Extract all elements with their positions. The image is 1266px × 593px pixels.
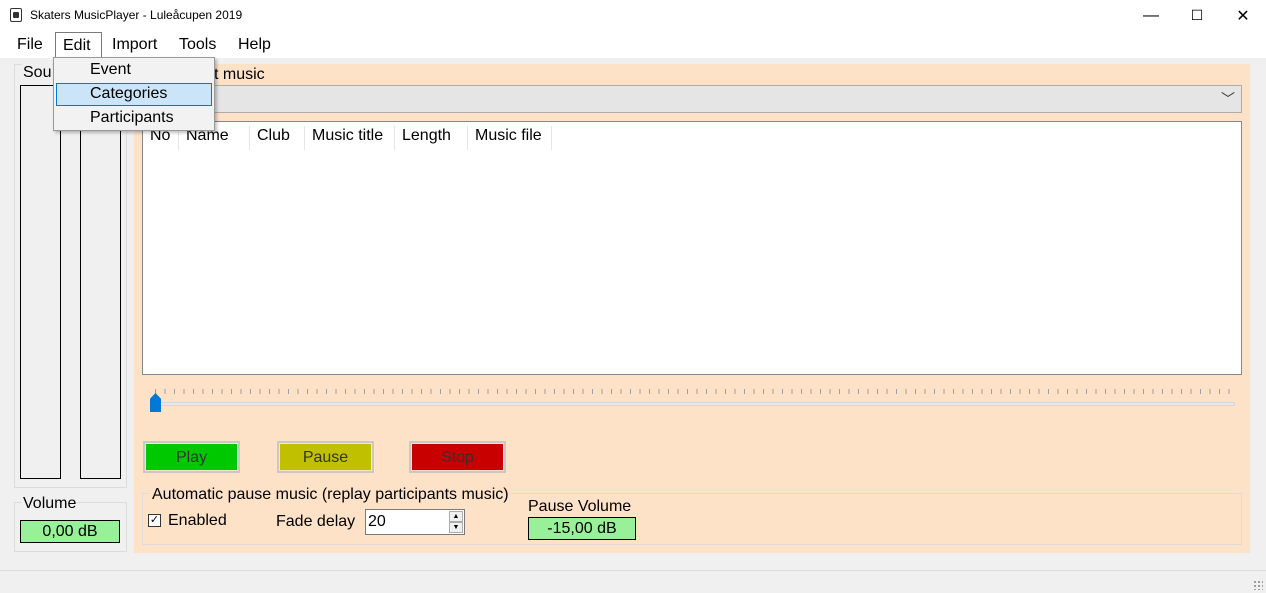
close-button[interactable]: ✕ bbox=[1220, 0, 1266, 31]
category-dropdown[interactable]: ﹀ bbox=[143, 85, 1242, 113]
pause-button-label: Pause bbox=[280, 444, 371, 470]
fade-delay-value[interactable]: 20 bbox=[368, 513, 386, 531]
menu-file[interactable]: File bbox=[17, 36, 43, 54]
volume-label: Volume bbox=[22, 495, 78, 513]
edit-menu-dropdown: Event Categories Participants bbox=[53, 57, 215, 131]
menu-item-participants[interactable]: Participants bbox=[56, 107, 212, 130]
pause-volume-value: -15,00 dB bbox=[528, 517, 636, 540]
sound-group-label: Sou bbox=[22, 64, 53, 82]
slider-ticks bbox=[155, 389, 1235, 394]
left-level-meter bbox=[20, 85, 61, 479]
maximize-button[interactable]: ☐ bbox=[1174, 0, 1220, 31]
pause-button[interactable]: Pause bbox=[277, 441, 374, 473]
window-title: Skaters MusicPlayer - Luleåcupen 2019 bbox=[30, 8, 243, 22]
menu-item-categories[interactable]: Categories bbox=[56, 83, 212, 106]
enabled-checkbox[interactable]: ✓ bbox=[148, 514, 161, 527]
app-icon bbox=[10, 8, 22, 22]
menu-item-event[interactable]: Event bbox=[56, 59, 212, 82]
menu-edit[interactable]: Edit bbox=[55, 32, 102, 58]
volume-value: 0,00 dB bbox=[20, 520, 120, 543]
column-header-music-title[interactable]: Music title bbox=[305, 126, 395, 150]
right-level-meter bbox=[80, 85, 121, 479]
enabled-label[interactable]: Enabled bbox=[168, 512, 227, 530]
menu-edit-label: Edit bbox=[63, 37, 91, 54]
menu-help[interactable]: Help bbox=[238, 36, 271, 54]
title-bar: Skaters MusicPlayer - Luleåcupen 2019 — … bbox=[0, 0, 1266, 31]
stop-button[interactable]: Stop bbox=[409, 441, 506, 473]
fade-delay-stepper[interactable]: 20 ▲ ▼ bbox=[365, 509, 465, 535]
spin-down-icon[interactable]: ▼ bbox=[449, 522, 463, 533]
column-header-length[interactable]: Length bbox=[395, 126, 468, 150]
participants-list[interactable]: No Name Club Music title Length Music fi… bbox=[142, 121, 1242, 375]
play-button[interactable]: Play bbox=[143, 441, 240, 473]
menu-tools[interactable]: Tools bbox=[179, 36, 216, 54]
play-button-label: Play bbox=[146, 444, 237, 470]
status-bar bbox=[0, 570, 1266, 593]
spin-up-icon[interactable]: ▲ bbox=[449, 511, 463, 522]
menu-bar: File Import Tools Help bbox=[0, 31, 1266, 58]
pause-volume-label: Pause Volume bbox=[528, 498, 632, 515]
chevron-down-icon: ﹀ bbox=[1221, 91, 1235, 107]
minimize-button[interactable]: — bbox=[1128, 0, 1174, 31]
column-header-music-file[interactable]: Music file bbox=[468, 126, 552, 150]
column-header-club[interactable]: Club bbox=[250, 126, 305, 150]
position-slider[interactable] bbox=[150, 402, 1235, 406]
auto-pause-label: Automatic pause music (replay participan… bbox=[150, 486, 511, 504]
stop-button-label: Stop bbox=[412, 444, 503, 470]
menu-import[interactable]: Import bbox=[112, 36, 157, 54]
fade-delay-label: Fade delay bbox=[276, 513, 356, 530]
resize-grip-icon[interactable] bbox=[1253, 580, 1263, 590]
music-panel-label: t music bbox=[214, 66, 265, 83]
